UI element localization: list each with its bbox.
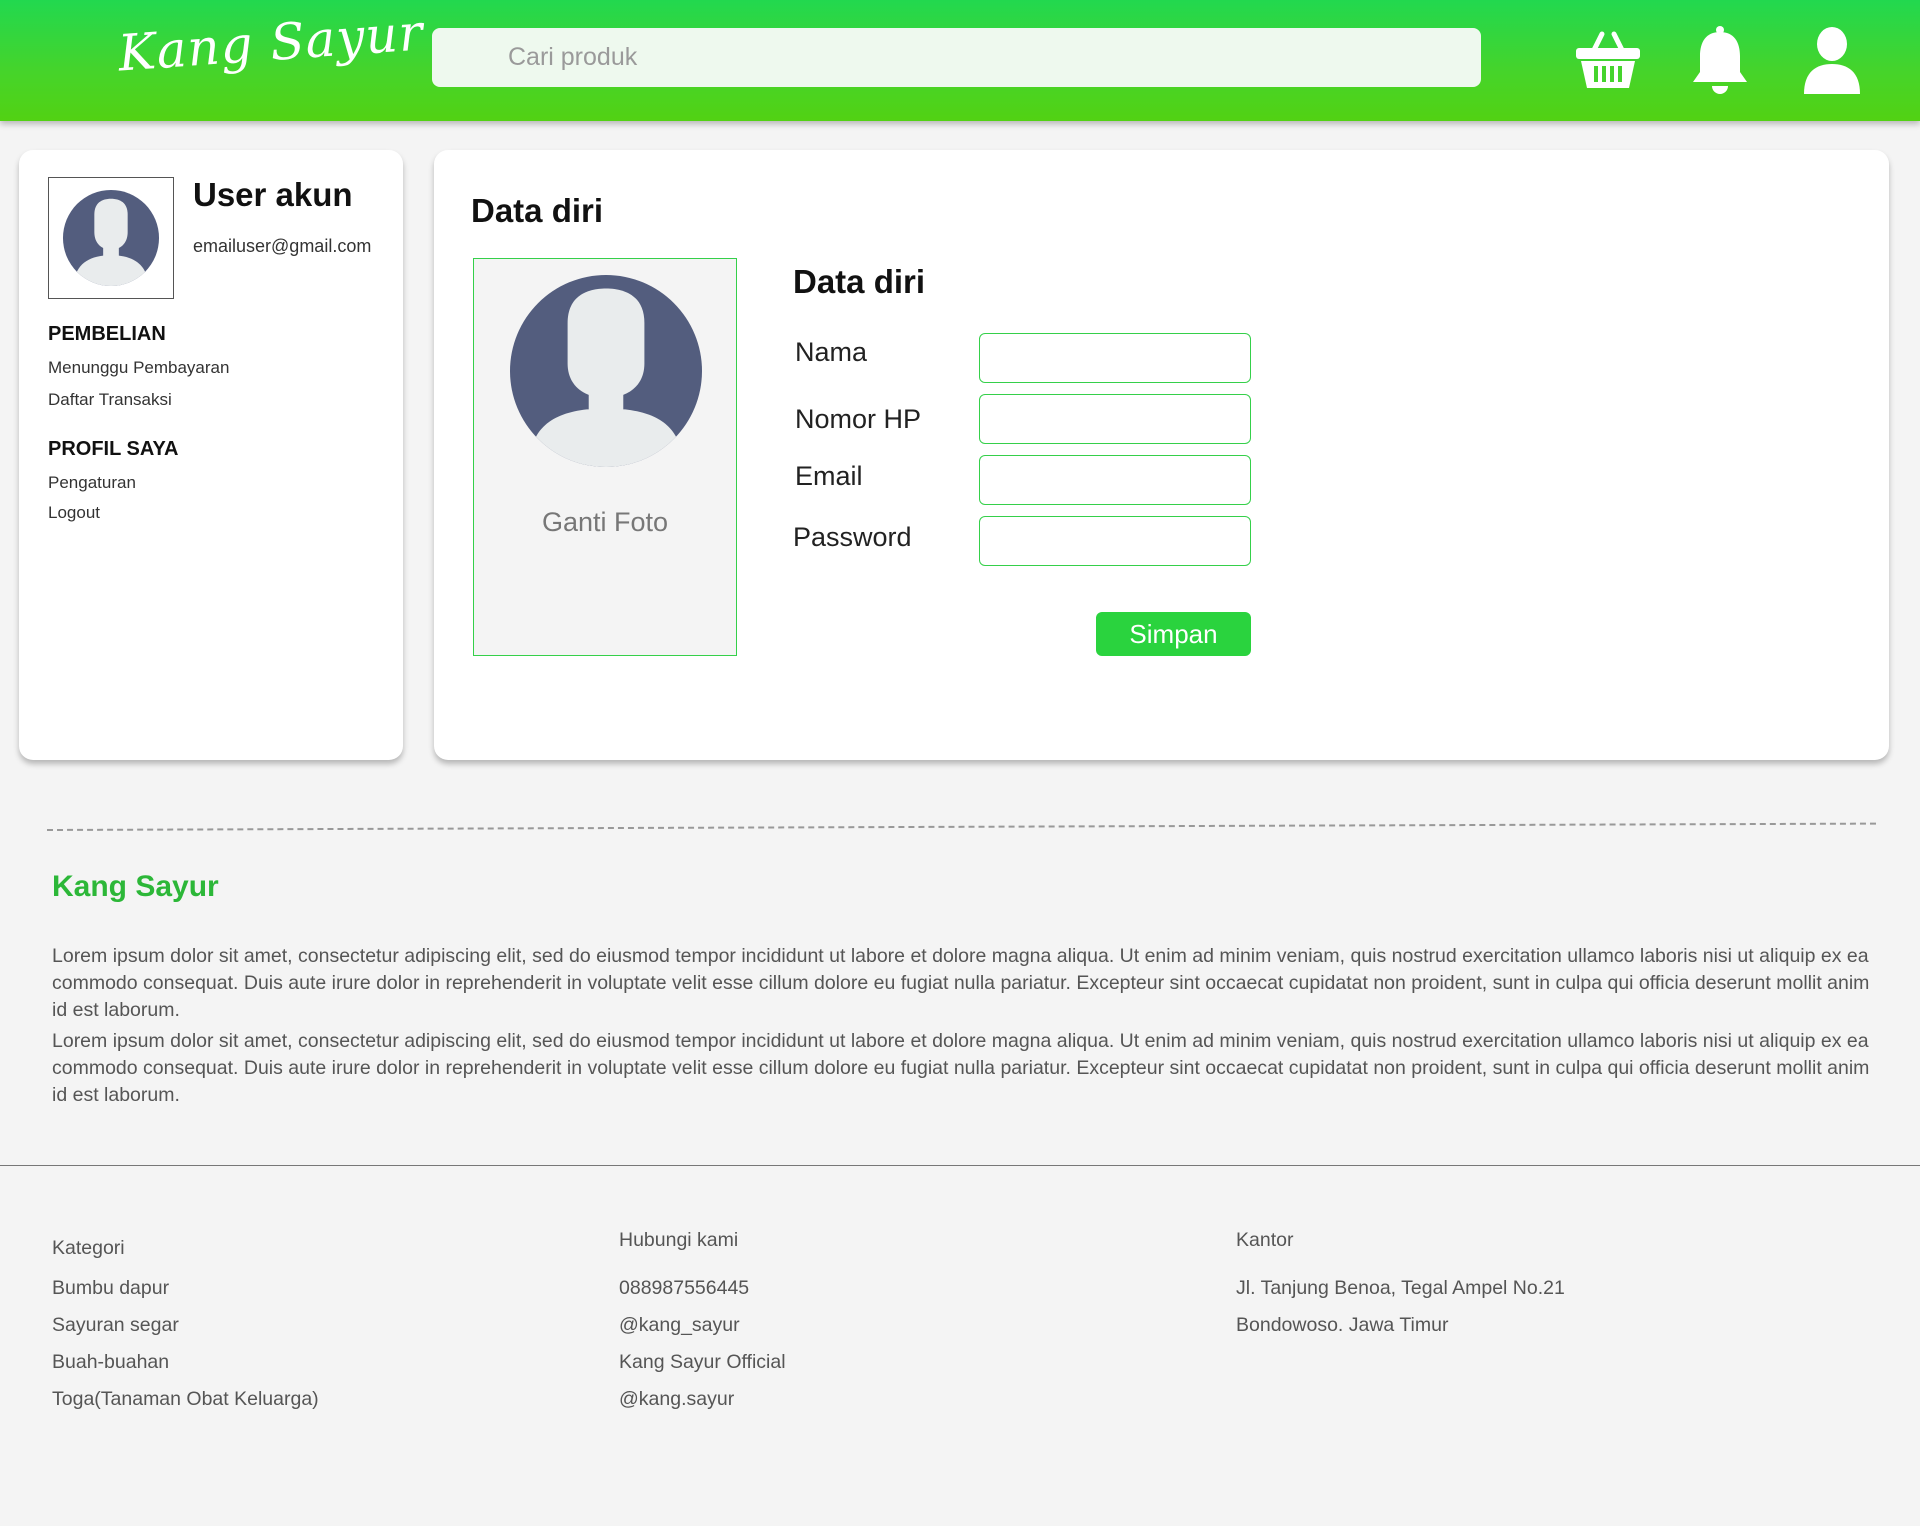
about-title: Kang Sayur — [52, 870, 219, 903]
menu-daftar-transaksi[interactable]: Daftar Transaksi — [48, 390, 172, 410]
search-input[interactable] — [432, 28, 1481, 87]
profile-panel: Data diri Ganti Foto Data diri Nama Nomo… — [434, 150, 1889, 760]
footer-address: Jl. Tanjung Benoa, Tegal Ampel No.21 — [1236, 1277, 1565, 1299]
menu-menunggu-pembayaran[interactable]: Menunggu Pembayaran — [48, 358, 229, 378]
footer-link[interactable]: Sayuran segar — [52, 1314, 179, 1337]
footer-phone[interactable]: 088987556445 — [619, 1277, 749, 1300]
top-nav-bar: Kang Sayur — [0, 0, 1920, 121]
email-field[interactable] — [979, 455, 1251, 505]
bell-icon[interactable] — [1684, 24, 1756, 96]
profile-photo-icon — [510, 275, 702, 467]
user-icon[interactable] — [1796, 24, 1868, 96]
basket-icon[interactable] — [1572, 24, 1644, 96]
section-title-profil-saya: PROFIL SAYA — [48, 438, 179, 460]
form-title: Data diri — [793, 263, 926, 300]
footer-link[interactable]: Buah-buahan — [52, 1351, 169, 1374]
footer-link[interactable]: Bumbu dapur — [52, 1277, 169, 1300]
user-email: emailuser@gmail.com — [193, 236, 372, 256]
label-nomor-hp: Nomor HP — [795, 404, 922, 434]
photo-panel[interactable]: Ganti Foto — [473, 258, 737, 656]
footer-social[interactable]: @kang_sayur — [619, 1314, 740, 1337]
section-title-pembelian: PEMBELIAN — [48, 323, 166, 345]
footer-kantor-title: Kantor — [1236, 1229, 1294, 1251]
divider-dashed — [46, 822, 1876, 831]
footer-social[interactable]: @kang.sayur — [619, 1388, 734, 1411]
label-nama: Nama — [795, 337, 868, 367]
footer-link[interactable]: Toga(Tanaman Obat Keluarga) — [52, 1388, 319, 1411]
page-title: Data diri — [471, 192, 604, 229]
footer-kategori-title: Kategori — [52, 1237, 125, 1259]
user-name: User akun — [193, 176, 353, 213]
avatar — [48, 177, 174, 299]
change-photo-button[interactable]: Ganti Foto — [474, 507, 736, 538]
nama-field[interactable] — [979, 333, 1251, 383]
footer-social[interactable]: Kang Sayur Official — [619, 1351, 786, 1374]
avatar-icon — [62, 189, 160, 287]
menu-pengaturan[interactable]: Pengaturan — [48, 473, 136, 493]
search-bar[interactable] — [432, 28, 1481, 87]
account-sidebar: User akun emailuser@gmail.com PEMBELIAN … — [19, 150, 403, 760]
label-password: Password — [793, 522, 912, 552]
menu-logout[interactable]: Logout — [48, 503, 100, 523]
footer-divider — [0, 1165, 1920, 1166]
nomor-hp-field[interactable] — [979, 394, 1251, 444]
password-field[interactable] — [979, 516, 1251, 566]
about-paragraph-1: Lorem ipsum dolor sit amet, consectetur … — [52, 945, 1870, 1021]
footer-address: Bondowoso. Jawa Timur — [1236, 1314, 1449, 1336]
label-email: Email — [795, 461, 863, 491]
footer-hubungi-title: Hubungi kami — [619, 1229, 739, 1251]
save-button[interactable]: Simpan — [1096, 612, 1251, 656]
about-paragraph-2: Lorem ipsum dolor sit amet, consectetur … — [52, 1030, 1870, 1106]
brand-logo[interactable]: Kang Sayur — [116, 3, 425, 82]
